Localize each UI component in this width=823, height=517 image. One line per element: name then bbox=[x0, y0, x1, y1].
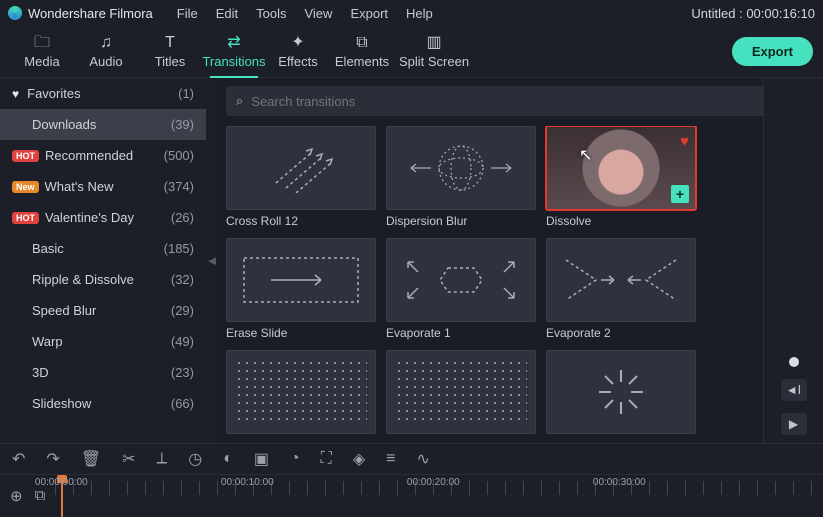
search-icon: ⌕ bbox=[236, 93, 243, 109]
sidebar-item-recommended[interactable]: HOT Recommended (500) bbox=[0, 140, 206, 171]
sidebar-collapse-handle[interactable]: ◄ bbox=[206, 78, 218, 443]
sidebar-item-warp[interactable]: Warp (49) bbox=[0, 326, 206, 357]
ruler-mark: 00:00:20:00 bbox=[407, 477, 460, 488]
tab-elements[interactable]: ⧉Elements bbox=[330, 26, 394, 78]
step-fwd-button[interactable]: ▶ bbox=[781, 413, 807, 435]
green-screen-icon[interactable]: ▣ bbox=[254, 449, 269, 469]
tab-split-screen[interactable]: ▥Split Screen bbox=[394, 26, 474, 78]
hot-badge: HOT bbox=[12, 212, 39, 224]
app-name: Wondershare Filmora bbox=[28, 6, 153, 21]
content-panel: ⌕ ▦ Cross Roll 12 bbox=[218, 78, 823, 443]
transition-spark[interactable] bbox=[546, 350, 696, 438]
adjust-icon[interactable]: ≡ bbox=[386, 450, 395, 468]
title-bar: Wondershare Filmora File Edit Tools View… bbox=[0, 0, 823, 26]
redo-icon[interactable]: ↷ bbox=[46, 449, 59, 469]
ruler-mark: 00:00:10:00 bbox=[221, 477, 274, 488]
tab-media[interactable]: 🗀Media bbox=[10, 26, 74, 78]
sidebar-item-favorites[interactable]: ♥ Favorites (1) bbox=[0, 78, 206, 109]
document-status: Untitled : 00:00:16:10 bbox=[691, 6, 815, 21]
sidebar-item-valentines[interactable]: HOT Valentine's Day (26) bbox=[0, 202, 206, 233]
transition-dissolve[interactable]: ↖ ♥ + Dissolve bbox=[546, 126, 696, 228]
ruler-mark: 00:00:00:00 bbox=[35, 477, 88, 488]
sidebar: ♥ Favorites (1) Downloads (39) HOT Recom… bbox=[0, 78, 206, 443]
transitions-grid: Cross Roll 12 Dispersion Blur bbox=[226, 126, 815, 438]
expand-icon[interactable]: ⛶ bbox=[321, 450, 332, 468]
transition-erase-slide[interactable]: Erase Slide bbox=[226, 238, 376, 340]
step-back-button[interactable]: ◄Ⅰ bbox=[781, 379, 807, 401]
cursor-icon: ↖ bbox=[579, 145, 592, 165]
add-transition-button[interactable]: + bbox=[671, 185, 689, 203]
ruler-mark: 00:00:30:00 bbox=[593, 477, 646, 488]
color-icon[interactable]: ◐ bbox=[223, 450, 233, 468]
tab-transitions[interactable]: ⇄Transitions bbox=[202, 26, 266, 78]
sidebar-item-basic[interactable]: Basic (185) bbox=[0, 233, 206, 264]
main-menu: File Edit Tools View Export Help bbox=[177, 6, 433, 21]
playhead-dot-icon[interactable] bbox=[789, 357, 799, 367]
crop-icon[interactable]: ⟂ bbox=[157, 450, 168, 468]
undo-icon[interactable]: ↶ bbox=[12, 449, 25, 469]
sidebar-item-whats-new[interactable]: New What's New (374) bbox=[0, 171, 206, 202]
doc-title: Untitled bbox=[691, 6, 735, 21]
search-input[interactable] bbox=[251, 94, 784, 109]
category-tabs: 🗀Media ♫Audio TTitles ⇄Transitions ✦Effe… bbox=[0, 26, 823, 78]
tab-effects[interactable]: ✦Effects bbox=[266, 26, 330, 78]
search-bar[interactable]: ⌕ bbox=[226, 86, 795, 116]
audio-wave-icon[interactable]: ∿ bbox=[417, 449, 430, 469]
transition-dispersion-blur[interactable]: Dispersion Blur bbox=[386, 126, 536, 228]
doc-timecode: 00:00:16:10 bbox=[746, 6, 815, 21]
sidebar-item-3d[interactable]: 3D (23) bbox=[0, 357, 206, 388]
effects-icon: ✦ bbox=[291, 35, 304, 51]
sidebar-item-ripple-dissolve[interactable]: Ripple & Dissolve (32) bbox=[0, 264, 206, 295]
speed-icon[interactable]: ◷ bbox=[188, 449, 202, 469]
link-icon[interactable]: ⧉ bbox=[35, 487, 46, 505]
timeline-toolbar: ↶ ↷ 🗑 ✂ ⟂ ◷ ◐ ▣ ◔ ⛶ ◈ ≡ ∿ bbox=[0, 443, 823, 474]
menu-view[interactable]: View bbox=[304, 6, 332, 21]
duration-icon[interactable]: ◔ bbox=[290, 450, 300, 468]
export-button[interactable]: Export bbox=[732, 37, 813, 66]
preview-panel: ◄Ⅰ ▶ bbox=[763, 78, 823, 443]
sidebar-item-speed-blur[interactable]: Speed Blur (29) bbox=[0, 295, 206, 326]
hot-badge: HOT bbox=[12, 150, 39, 162]
transition-evaporate-1[interactable]: Evaporate 1 bbox=[386, 238, 536, 340]
transition-dots-2[interactable] bbox=[386, 350, 536, 438]
sidebar-item-slideshow[interactable]: Slideshow (66) bbox=[0, 388, 206, 419]
menu-export[interactable]: Export bbox=[350, 6, 388, 21]
transitions-icon: ⇄ bbox=[227, 35, 240, 51]
menu-edit[interactable]: Edit bbox=[216, 6, 238, 21]
tab-audio[interactable]: ♫Audio bbox=[74, 26, 138, 78]
splitscreen-icon: ▥ bbox=[426, 35, 441, 51]
delete-icon[interactable]: 🗑 bbox=[81, 449, 101, 469]
sidebar-item-downloads[interactable]: Downloads (39) bbox=[0, 109, 206, 140]
text-icon: T bbox=[165, 35, 175, 51]
timeline-ruler[interactable]: 00:00:00:00 00:00:10:00 00:00:20:00 00:0… bbox=[55, 475, 823, 517]
add-track-icon[interactable]: ⊕ bbox=[10, 487, 23, 505]
cut-icon[interactable]: ✂ bbox=[122, 449, 135, 469]
favorite-heart-icon[interactable]: ♥ bbox=[680, 133, 689, 150]
app-logo-icon bbox=[8, 6, 22, 20]
heart-icon: ♥ bbox=[12, 87, 19, 101]
elements-icon: ⧉ bbox=[356, 35, 367, 51]
tab-titles[interactable]: TTitles bbox=[138, 26, 202, 78]
folder-icon: 🗀 bbox=[34, 35, 50, 51]
timeline[interactable]: ⊕ ⧉ 00:00:00:00 00:00:10:00 00:00:20:00 … bbox=[0, 474, 823, 516]
new-badge: New bbox=[12, 181, 39, 193]
keyframe-icon[interactable]: ◈ bbox=[353, 449, 365, 469]
transition-evaporate-2[interactable]: Evaporate 2 bbox=[546, 238, 696, 340]
music-icon: ♫ bbox=[100, 35, 112, 51]
transition-dots-1[interactable] bbox=[226, 350, 376, 438]
menu-tools[interactable]: Tools bbox=[256, 6, 286, 21]
menu-file[interactable]: File bbox=[177, 6, 198, 21]
transition-cross-roll-12[interactable]: Cross Roll 12 bbox=[226, 126, 376, 228]
menu-help[interactable]: Help bbox=[406, 6, 433, 21]
